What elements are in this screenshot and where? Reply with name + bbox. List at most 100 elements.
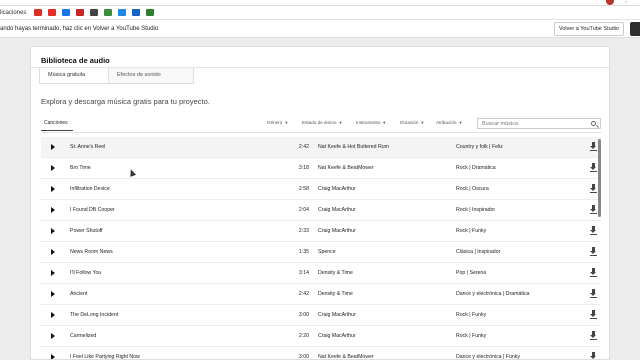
bookmark-icon[interactable] — [104, 9, 113, 16]
filter-attribution-label: Atribución — [436, 120, 457, 125]
download-icon[interactable] — [590, 352, 597, 359]
track-duration: 2:33 — [298, 228, 309, 234]
track-duration: 2:42 — [298, 144, 309, 150]
filter-duration[interactable]: Duración ▼ — [400, 120, 424, 125]
track-row[interactable]: Infiltration Device 2:58 Craig MacArthur Ro… — [41, 179, 601, 200]
gmail-icon[interactable] — [34, 9, 43, 16]
search-icon[interactable] — [591, 121, 596, 126]
bookmark-icon[interactable] — [90, 9, 99, 16]
download-icon[interactable] — [590, 310, 597, 319]
track-genre-mood: Rock | Dramática — [456, 165, 496, 171]
play-icon[interactable] — [51, 249, 55, 255]
filter-divider — [41, 132, 601, 133]
play-icon[interactable] — [51, 144, 55, 150]
intro-text: Explora y descarga música gratis para tu… — [41, 97, 210, 106]
track-genre-mood: Rock | Inspirador — [456, 207, 496, 213]
track-title: Infiltration Device — [70, 186, 110, 192]
play-icon[interactable] — [51, 186, 55, 192]
bookmark-icon[interactable] — [62, 9, 71, 16]
filter-instrument-label: Instrumento — [356, 120, 381, 125]
track-genre-mood: Pop | Serena — [456, 270, 487, 276]
track-duration: 1:35 — [298, 249, 309, 255]
track-title: I Feel Like Partying Right Now — [70, 354, 140, 360]
bookmarks-apps-label[interactable]: licaciones — [0, 10, 26, 16]
track-row[interactable]: The DeLong Incident 3:00 Craig MacArthur Ro… — [41, 305, 601, 326]
track-artist: Craig MacArthur — [318, 312, 356, 318]
track-title: St. Anne's Reel — [70, 144, 106, 150]
track-duration: 3:00 — [298, 354, 309, 360]
track-title: I'll Follow You — [70, 270, 102, 276]
filter-mood[interactable]: Estado de ánimo ▼ — [302, 120, 342, 125]
bookmark-icon[interactable] — [76, 9, 85, 16]
track-row[interactable]: Carmelized 2:20 Craig MacArthur Rock | Funk… — [41, 326, 601, 347]
download-icon[interactable] — [590, 163, 597, 172]
download-icon[interactable] — [590, 226, 597, 235]
track-row[interactable]: I Found DB Cooper 2:04 Craig MacArthur Rock… — [41, 200, 601, 221]
download-icon[interactable] — [590, 331, 597, 340]
browser-menu-icon[interactable]: ⋮ — [622, 0, 630, 4]
track-row[interactable]: Power Shutoff 2:33 Craig MacArthur Rock | F… — [41, 221, 601, 242]
track-title: Power Shutoff — [70, 228, 103, 234]
play-icon[interactable] — [51, 291, 55, 297]
tab-free-music[interactable]: Música gratuita — [39, 68, 109, 84]
play-icon[interactable] — [51, 165, 55, 171]
track-genre-mood: Dance y electrónica | Funky — [456, 354, 520, 360]
bookmark-icon[interactable] — [146, 9, 155, 16]
track-artist: Craig MacArthur — [318, 228, 356, 234]
bookmark-icon[interactable] — [132, 9, 141, 16]
track-row[interactable]: I'll Follow You 3:14 Density & Time Pop | S… — [41, 263, 601, 284]
notice-banner: ando hayas terminado, haz clic en Volver… — [0, 20, 640, 38]
tab-sound-effects[interactable]: Efectos de sonido — [109, 68, 194, 84]
track-artist: Nat Keefe & BeatMower — [318, 165, 374, 171]
play-icon[interactable] — [51, 207, 55, 213]
track-title: News Room News — [70, 249, 113, 255]
download-icon[interactable] — [590, 289, 597, 298]
track-genre-mood: Rock | Funky — [456, 228, 487, 234]
track-genre-mood: Rock | Oscura — [456, 186, 489, 192]
youtube-icon[interactable] — [48, 9, 57, 16]
filter-genre[interactable]: Género ▼ — [267, 120, 288, 125]
search-placeholder: Buscar música — [482, 121, 519, 127]
banner-message: ando hayas terminado, haz clic en Volver… — [0, 25, 159, 32]
caret-down-icon: ▼ — [420, 120, 425, 125]
download-icon[interactable] — [590, 205, 597, 214]
filter-instrument[interactable]: Instrumento ▼ — [356, 120, 386, 125]
download-icon[interactable] — [590, 268, 597, 277]
library-tabs: Música gratuita Efectos de sonido — [39, 68, 194, 84]
caret-down-icon: ▼ — [458, 120, 463, 125]
track-row[interactable]: News Room News 1:35 Spence Clásica | Inspir… — [41, 242, 601, 263]
back-to-studio-button[interactable]: Volver a YouTube Studio — [553, 21, 624, 36]
track-genre-mood: Country y folk | Feliz — [456, 144, 503, 150]
filter-attribution[interactable]: Atribución ▼ — [436, 120, 462, 125]
track-artist: Density & Time — [318, 270, 353, 276]
play-icon[interactable] — [51, 333, 55, 339]
play-icon[interactable] — [51, 270, 55, 276]
filter-duration-label: Duración — [400, 120, 419, 125]
scrollbar[interactable] — [598, 139, 601, 217]
search-input[interactable]: Buscar música — [477, 118, 601, 129]
caret-down-icon: ▼ — [338, 120, 343, 125]
download-icon[interactable] — [590, 247, 597, 256]
track-genre-mood: Clásica | Inspirador — [456, 249, 501, 255]
edge-thumbnail — [630, 22, 640, 36]
bookmark-icon[interactable] — [118, 9, 127, 16]
play-icon[interactable] — [51, 354, 55, 359]
track-row[interactable]: I Feel Like Partying Right Now 3:00 Nat Ke… — [41, 347, 601, 360]
track-row[interactable]: St. Anne's Reel 2:42 Nat Keefe & Hot Butte… — [41, 137, 601, 158]
download-icon[interactable] — [590, 184, 597, 193]
play-icon[interactable] — [51, 228, 55, 234]
download-icon[interactable] — [590, 142, 597, 151]
filter-mood-label: Estado de ánimo — [302, 120, 337, 125]
profile-avatar-icon[interactable] — [606, 0, 614, 5]
track-duration: 3:18 — [298, 165, 309, 171]
track-duration: 2:20 — [298, 333, 309, 339]
track-row[interactable]: Bro Time 3:18 Nat Keefe & BeatMower Rock | … — [41, 158, 601, 179]
track-title: Bro Time — [70, 165, 91, 171]
track-row[interactable]: Ancient 2:42 Density & Time Dance y electró… — [41, 284, 601, 305]
track-title: Carmelized — [70, 333, 97, 339]
tab-songs[interactable]: Canciones — [41, 118, 71, 128]
track-artist: Craig MacArthur — [318, 333, 356, 339]
track-duration: 2:58 — [298, 186, 309, 192]
play-icon[interactable] — [51, 312, 55, 318]
track-genre-mood: Rock | Funky — [456, 312, 487, 318]
